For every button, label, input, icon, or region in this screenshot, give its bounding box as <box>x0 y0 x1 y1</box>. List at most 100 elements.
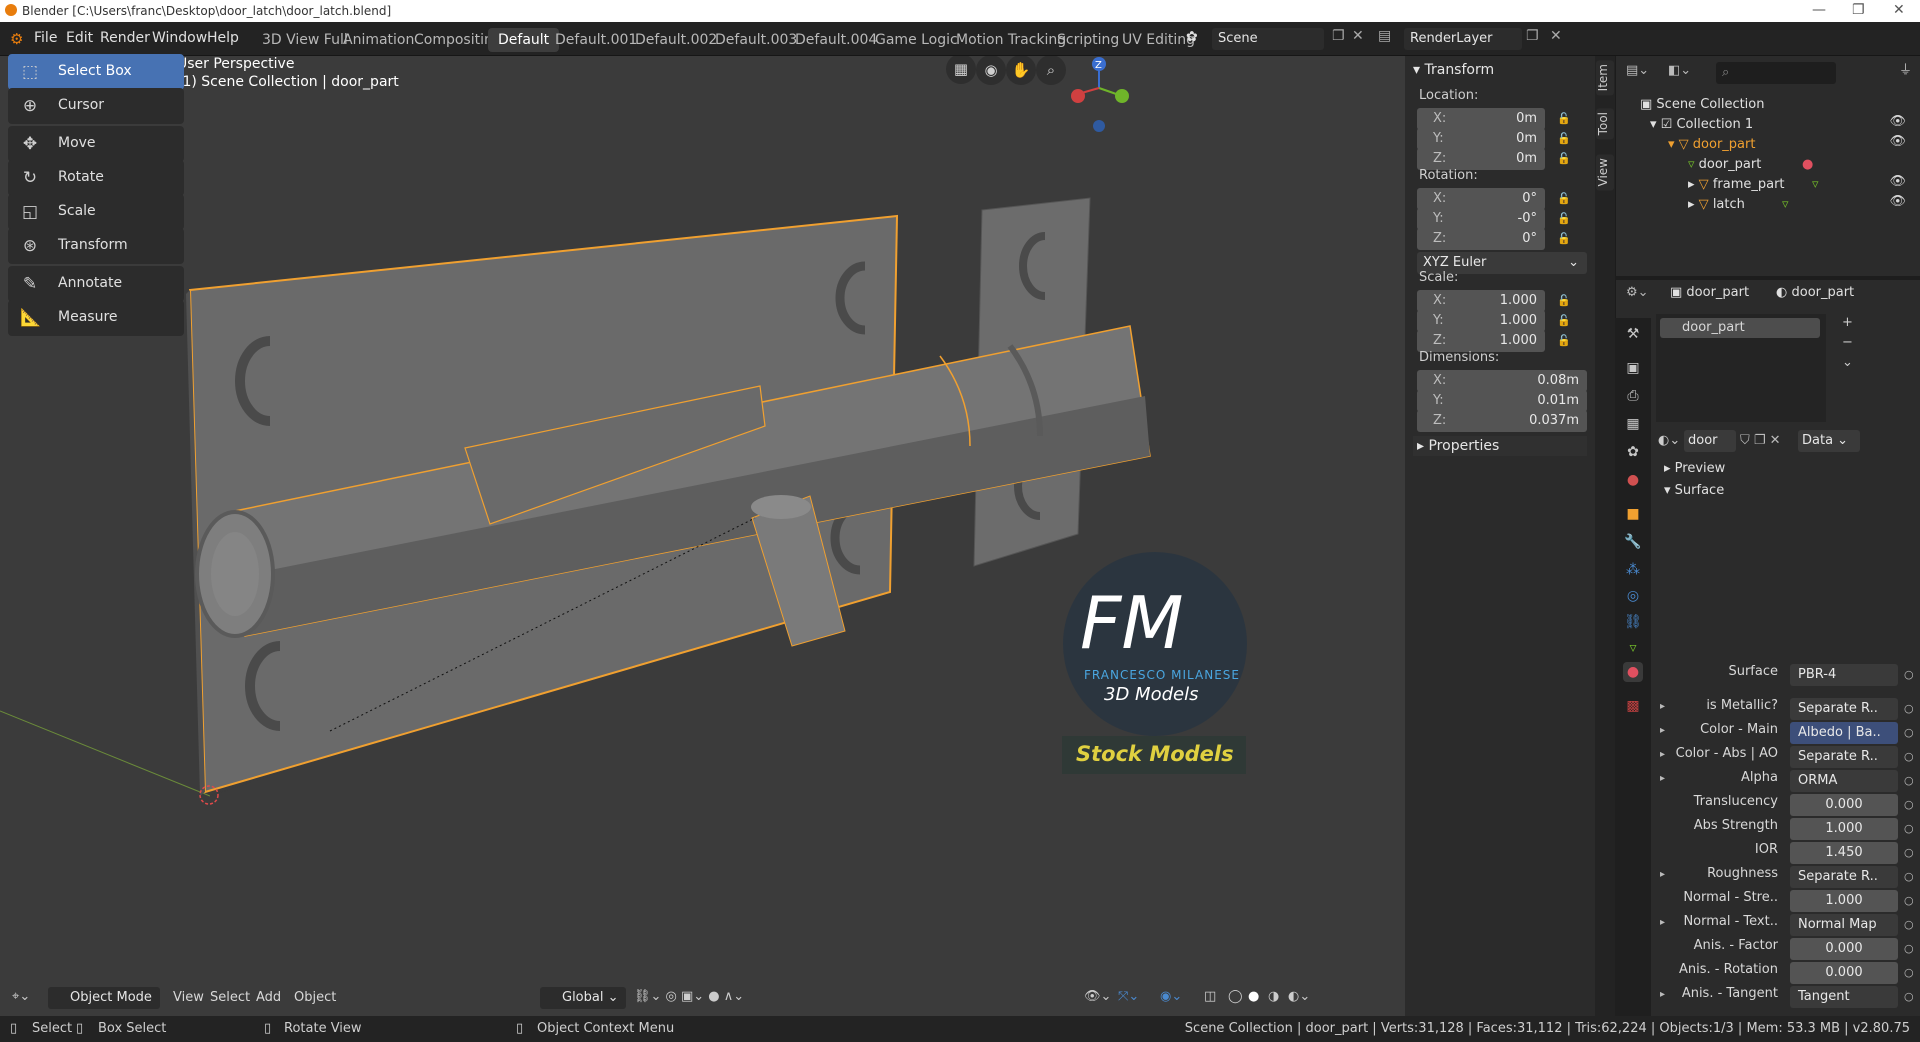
output-icon[interactable]: ⎙ <box>1623 386 1643 406</box>
hand-pan-icon[interactable]: ✋ <box>1006 56 1036 85</box>
mode-select[interactable]: Object Mode ⌄ <box>48 987 160 1027</box>
material-row-value[interactable]: 0.000 <box>1790 962 1898 984</box>
surface-panel[interactable]: ▾ Surface <box>1664 480 1724 502</box>
render-layer-icon[interactable]: ▤ <box>1378 28 1391 44</box>
eye-icon[interactable]: 👁 <box>1889 134 1906 149</box>
menu-edit[interactable]: Edit <box>66 30 93 46</box>
tool-annotate[interactable]: ✎ Annotate <box>8 266 184 302</box>
material-link-select[interactable]: Data ⌄ <box>1798 430 1860 452</box>
tool-cursor[interactable]: ⊕ Cursor <box>8 88 184 124</box>
rotation-y-field[interactable]: Y: -0° <box>1417 208 1545 230</box>
menu-window[interactable]: Window <box>152 30 207 46</box>
preview-panel[interactable]: ▸ Preview <box>1664 458 1725 480</box>
transform-header[interactable]: ▾ Transform <box>1413 62 1494 78</box>
lock-icon[interactable]: 🔓 <box>1557 112 1573 126</box>
navigation-gizmo[interactable]: Z <box>1066 56 1136 136</box>
outliner-item-latch[interactable]: ▸ ▽ latch <box>1688 194 1745 216</box>
modifier-icon[interactable]: 🔧 <box>1623 532 1643 552</box>
material-row-value[interactable]: Albedo | Ba.. <box>1790 722 1898 744</box>
fake-user-icon[interactable]: ⛉ ❐ ✕ <box>1740 430 1781 452</box>
tool-measure[interactable]: 📐 Measure <box>8 300 184 336</box>
zoom-icon[interactable]: ⌕ <box>1036 56 1066 85</box>
material-row-value[interactable]: PBR-4 <box>1790 664 1898 686</box>
tab-item[interactable]: Item <box>1596 60 1614 96</box>
lock-icon[interactable]: 🔓 <box>1557 212 1573 226</box>
socket-icon[interactable]: ○ <box>1904 702 1914 715</box>
material-slot-list[interactable]: door_part <box>1656 314 1826 422</box>
rotation-z-field[interactable]: Z: 0° <box>1417 228 1545 250</box>
gizmo-toggle-icon[interactable]: ⤧⌄ <box>1118 989 1139 1004</box>
menu-view[interactable]: View <box>173 990 204 1005</box>
material-row-value[interactable]: 1.000 <box>1790 818 1898 840</box>
location-z-field[interactable]: Z: 0m <box>1417 148 1545 170</box>
material-row-value[interactable]: Separate R.. <box>1790 746 1898 768</box>
tab-tool[interactable]: Tool <box>1596 108 1614 140</box>
editor-type-icon[interactable]: ⌖⌄ <box>12 989 30 1004</box>
rotation-x-field[interactable]: X: 0° <box>1417 188 1545 210</box>
blender-menu-icon[interactable]: ⚙ <box>10 30 23 48</box>
dimension-x-field[interactable]: X: 0.08m <box>1417 370 1587 392</box>
maximize-icon[interactable]: ❐ <box>1852 2 1865 18</box>
add-slot-icon[interactable]: + <box>1842 312 1853 334</box>
outliner-item-frame-part[interactable]: ▸ ▽ frame_part <box>1688 174 1785 196</box>
render-icon[interactable]: ▣ <box>1623 358 1643 378</box>
location-y-field[interactable]: Y: 0m <box>1417 128 1545 150</box>
material-row-value[interactable]: 0.000 <box>1790 794 1898 816</box>
particles-icon[interactable]: ⁂ <box>1623 560 1643 580</box>
tool-scale[interactable]: ◱ Scale <box>8 194 184 230</box>
menu-file[interactable]: File <box>34 30 57 46</box>
material-row-value[interactable]: Separate R.. <box>1790 866 1898 888</box>
material-browse-icon[interactable]: ◐⌄ <box>1658 430 1680 452</box>
minimize-icon[interactable]: — <box>1812 2 1826 18</box>
tool-transform[interactable]: ⊛ Transform <box>8 228 184 264</box>
lock-icon[interactable]: 🔓 <box>1557 334 1573 348</box>
outliner-filter-icon[interactable]: ◧⌄ <box>1668 60 1691 82</box>
solid-shading-icon[interactable]: ● <box>1248 989 1259 1004</box>
scene-icon[interactable]: ✿ <box>1186 29 1198 45</box>
lock-icon[interactable]: 🔓 <box>1557 314 1573 328</box>
menu-help[interactable]: Help <box>207 30 239 46</box>
material-shading-icon[interactable]: ◑ <box>1268 989 1279 1004</box>
lock-icon[interactable]: 🔓 <box>1557 152 1573 166</box>
tab-view[interactable]: View <box>1596 154 1614 191</box>
outliner-search-input[interactable]: ⌕ <box>1716 62 1836 84</box>
properties-editor-icon[interactable]: ⚙⌄ <box>1626 282 1649 304</box>
location-x-field[interactable]: X: 0m <box>1417 108 1545 130</box>
socket-icon[interactable]: ○ <box>1904 668 1914 681</box>
world-icon[interactable]: ● <box>1623 470 1643 490</box>
socket-icon[interactable]: ○ <box>1904 918 1914 931</box>
material-row-value[interactable]: 1.000 <box>1790 890 1898 912</box>
socket-icon[interactable]: ○ <box>1904 894 1914 907</box>
eye-icon[interactable]: 👁 <box>1889 194 1906 209</box>
dimension-y-field[interactable]: Y: 0.01m <box>1417 390 1587 412</box>
3d-viewport[interactable]: User Perspective (1) Scene Collection | … <box>0 56 1595 1016</box>
new-scene-icon[interactable]: ❐ <box>1332 28 1345 44</box>
object-icon[interactable]: ■ <box>1623 504 1643 524</box>
material-slot-item[interactable]: door_part <box>1660 318 1820 338</box>
socket-icon[interactable]: ○ <box>1904 870 1914 883</box>
new-layer-icon[interactable]: ❐ <box>1526 28 1539 44</box>
properties-header[interactable]: ▸ Properties <box>1413 436 1587 456</box>
socket-icon[interactable]: ○ <box>1904 846 1914 859</box>
material-row-value[interactable]: 1.450 <box>1790 842 1898 864</box>
scale-z-field[interactable]: Z: 1.000 <box>1417 330 1545 352</box>
menu-add[interactable]: Add <box>256 990 281 1005</box>
slot-menu-icon[interactable]: ⌄ <box>1842 352 1853 374</box>
outliner-root[interactable]: ▣ Scene Collection <box>1640 94 1765 116</box>
wireframe-shading-icon[interactable]: ◯ <box>1228 989 1243 1004</box>
socket-icon[interactable]: ○ <box>1904 822 1914 835</box>
filter-icon[interactable]: ⏚ <box>1899 60 1912 82</box>
lock-icon[interactable]: 🔓 <box>1557 232 1573 246</box>
scene-props-icon[interactable]: ✿ <box>1623 442 1643 462</box>
material-name-field[interactable]: door <box>1684 430 1736 452</box>
dimension-z-field[interactable]: Z: 0.037m <box>1417 410 1587 432</box>
tool-move[interactable]: ✥ Move <box>8 126 184 162</box>
socket-icon[interactable]: ○ <box>1904 726 1914 739</box>
material-row-value[interactable]: ORMA <box>1790 770 1898 792</box>
lock-icon[interactable]: 🔓 <box>1557 192 1573 206</box>
overlay-toggle-icon[interactable]: ◉⌄ <box>1160 989 1182 1004</box>
camera-icon[interactable]: ◉ <box>976 56 1006 85</box>
scale-x-field[interactable]: X: 1.000 <box>1417 290 1545 312</box>
socket-icon[interactable]: ○ <box>1904 798 1914 811</box>
delete-layer-icon[interactable]: ✕ <box>1550 28 1562 44</box>
